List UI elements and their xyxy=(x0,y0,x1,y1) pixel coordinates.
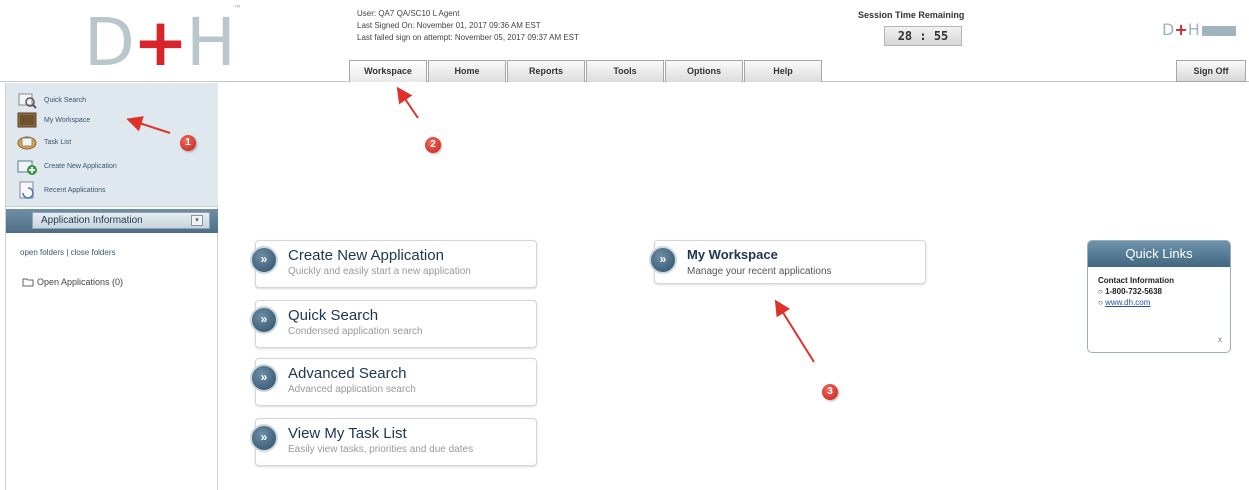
sidebar-item-label: Quick Search xyxy=(44,96,87,104)
arrow-to-workspace-card xyxy=(774,299,815,363)
bullet-icon: ○ xyxy=(1098,298,1106,307)
card-view-my-task-list[interactable]: » View My Task List Easily view tasks, p… xyxy=(250,418,537,466)
card-title: View My Task List xyxy=(288,425,407,442)
website-row: ○ www.dh.com xyxy=(1098,297,1220,308)
user-info: User: QA7 QA/SC10 L Agent Last Signed On… xyxy=(357,8,579,44)
session-time-value: 28 : 55 xyxy=(884,26,962,46)
new-application-icon xyxy=(16,156,38,176)
application-information-header[interactable]: Application Information ▾ xyxy=(32,212,210,229)
sidebar-item-recent-applications[interactable]: Recent Applications xyxy=(16,179,206,201)
sign-off-button[interactable]: Sign Off xyxy=(1176,60,1246,82)
user-name: User: QA7 QA/SC10 L Agent xyxy=(357,9,460,18)
tab-tools[interactable]: Tools xyxy=(586,60,664,82)
session-time-label: Session Time Remaining xyxy=(858,10,965,20)
card-title: Advanced Search xyxy=(288,365,407,382)
application-information-title: Application Information xyxy=(41,215,143,226)
callout-number-1: 1 xyxy=(180,135,196,151)
folder-link-separator: | xyxy=(66,248,69,257)
folder-links: open folders | close folders xyxy=(20,248,116,257)
open-applications-label: Open Applications (0) xyxy=(37,277,124,287)
tab-home[interactable]: Home xyxy=(428,60,506,82)
card-subtitle: Condensed application search xyxy=(288,326,423,337)
chevron-right-icon: » xyxy=(250,306,278,334)
card-title: Create New Application xyxy=(288,247,444,264)
chevron-right-icon: » xyxy=(250,246,278,274)
card-title: Quick Search xyxy=(288,307,379,324)
phone-row: ○ 1-800-732-5638 xyxy=(1098,286,1220,297)
dh-logo: D+H™ xyxy=(84,4,242,81)
card-subtitle: Quickly and easily start a new applicati… xyxy=(288,266,471,277)
sidebar-item-task-list[interactable]: Task List xyxy=(16,131,206,153)
trademark-mark: ™ xyxy=(233,4,242,13)
callout-number-3: 3 xyxy=(822,384,838,400)
quick-links-panel: Quick Links Contact Information ○ 1-800-… xyxy=(1087,240,1231,353)
small-logo-plus: + xyxy=(1174,20,1188,39)
application-information-bar: Application Information ▾ xyxy=(6,209,218,233)
card-subtitle: Advanced application search xyxy=(288,384,416,395)
collapse-toggle-icon[interactable]: ▾ xyxy=(191,215,203,226)
main-nav-tabs: Workspace Home Reports Tools Options Hel… xyxy=(349,60,823,82)
app-header: D+H™ User: QA7 QA/SC10 L Agent Last Sign… xyxy=(0,0,1249,82)
card-advanced-search[interactable]: » Advanced Search Advanced application s… xyxy=(250,358,537,406)
logo-badge xyxy=(1201,25,1236,36)
last-signed-on: Last Signed On: November 01, 2017 09:36 … xyxy=(357,21,541,30)
sidebar-item-label: Task List xyxy=(44,138,72,146)
magnifier-icon xyxy=(16,90,38,110)
contact-information-label: Contact Information xyxy=(1098,276,1174,285)
folder-icon xyxy=(22,278,34,287)
phone-number: 1-800-732-5638 xyxy=(1105,287,1162,296)
logo-plus: + xyxy=(132,4,188,81)
tab-help[interactable]: Help xyxy=(744,60,822,82)
tab-reports[interactable]: Reports xyxy=(507,60,585,82)
sidebar-item-label: Create New Application xyxy=(44,162,117,170)
bullet-icon: ○ xyxy=(1098,287,1106,296)
arrow-to-workspace-tab xyxy=(396,86,419,119)
sidebar-item-create-new-application[interactable]: Create New Application xyxy=(16,155,206,177)
open-folders-link[interactable]: open folders xyxy=(20,248,64,257)
dh-small-logo: D+H xyxy=(1162,20,1236,39)
tab-workspace[interactable]: Workspace xyxy=(349,60,427,82)
quick-links-title: Quick Links xyxy=(1088,241,1230,267)
callout-number-2: 2 xyxy=(425,137,441,153)
logo-letter-d: D xyxy=(84,4,135,81)
chevron-right-icon: » xyxy=(250,364,278,392)
card-subtitle: Easily view tasks, priorities and due da… xyxy=(288,444,474,455)
quick-links-body: Contact Information ○ 1-800-732-5638 ○ w… xyxy=(1088,267,1230,316)
workspace-icon xyxy=(16,110,38,130)
card-subtitle: Manage your recent applications xyxy=(687,266,832,277)
close-icon[interactable]: x xyxy=(1218,335,1222,344)
small-logo-d: D xyxy=(1162,20,1175,39)
sidebar-item-label: My Workspace xyxy=(44,116,91,124)
task-list-icon xyxy=(16,132,38,152)
sidebar-item-quick-search[interactable]: Quick Search xyxy=(16,89,206,111)
card-quick-search[interactable]: » Quick Search Condensed application sea… xyxy=(250,300,537,348)
chevron-right-icon: » xyxy=(250,424,278,452)
website-link[interactable]: www.dh.com xyxy=(1105,298,1150,307)
sidebar-item-my-workspace[interactable]: My Workspace xyxy=(16,109,206,131)
close-folders-link[interactable]: close folders xyxy=(71,248,116,257)
last-failed-signon: Last failed sign on attempt: November 05… xyxy=(357,33,579,42)
small-logo-h: H xyxy=(1187,20,1200,39)
card-my-workspace[interactable]: » My Workspace Manage your recent applic… xyxy=(649,240,926,284)
sidebar-item-label: Recent Applications xyxy=(44,186,106,194)
logo-letter-h: H xyxy=(186,4,236,81)
open-applications-folder[interactable]: Open Applications (0) xyxy=(22,277,123,287)
chevron-right-icon: » xyxy=(649,246,677,274)
tab-options[interactable]: Options xyxy=(665,60,743,82)
card-title: My Workspace xyxy=(687,247,778,262)
recent-applications-icon xyxy=(16,180,38,200)
card-create-new-application[interactable]: » Create New Application Quickly and eas… xyxy=(250,240,537,288)
